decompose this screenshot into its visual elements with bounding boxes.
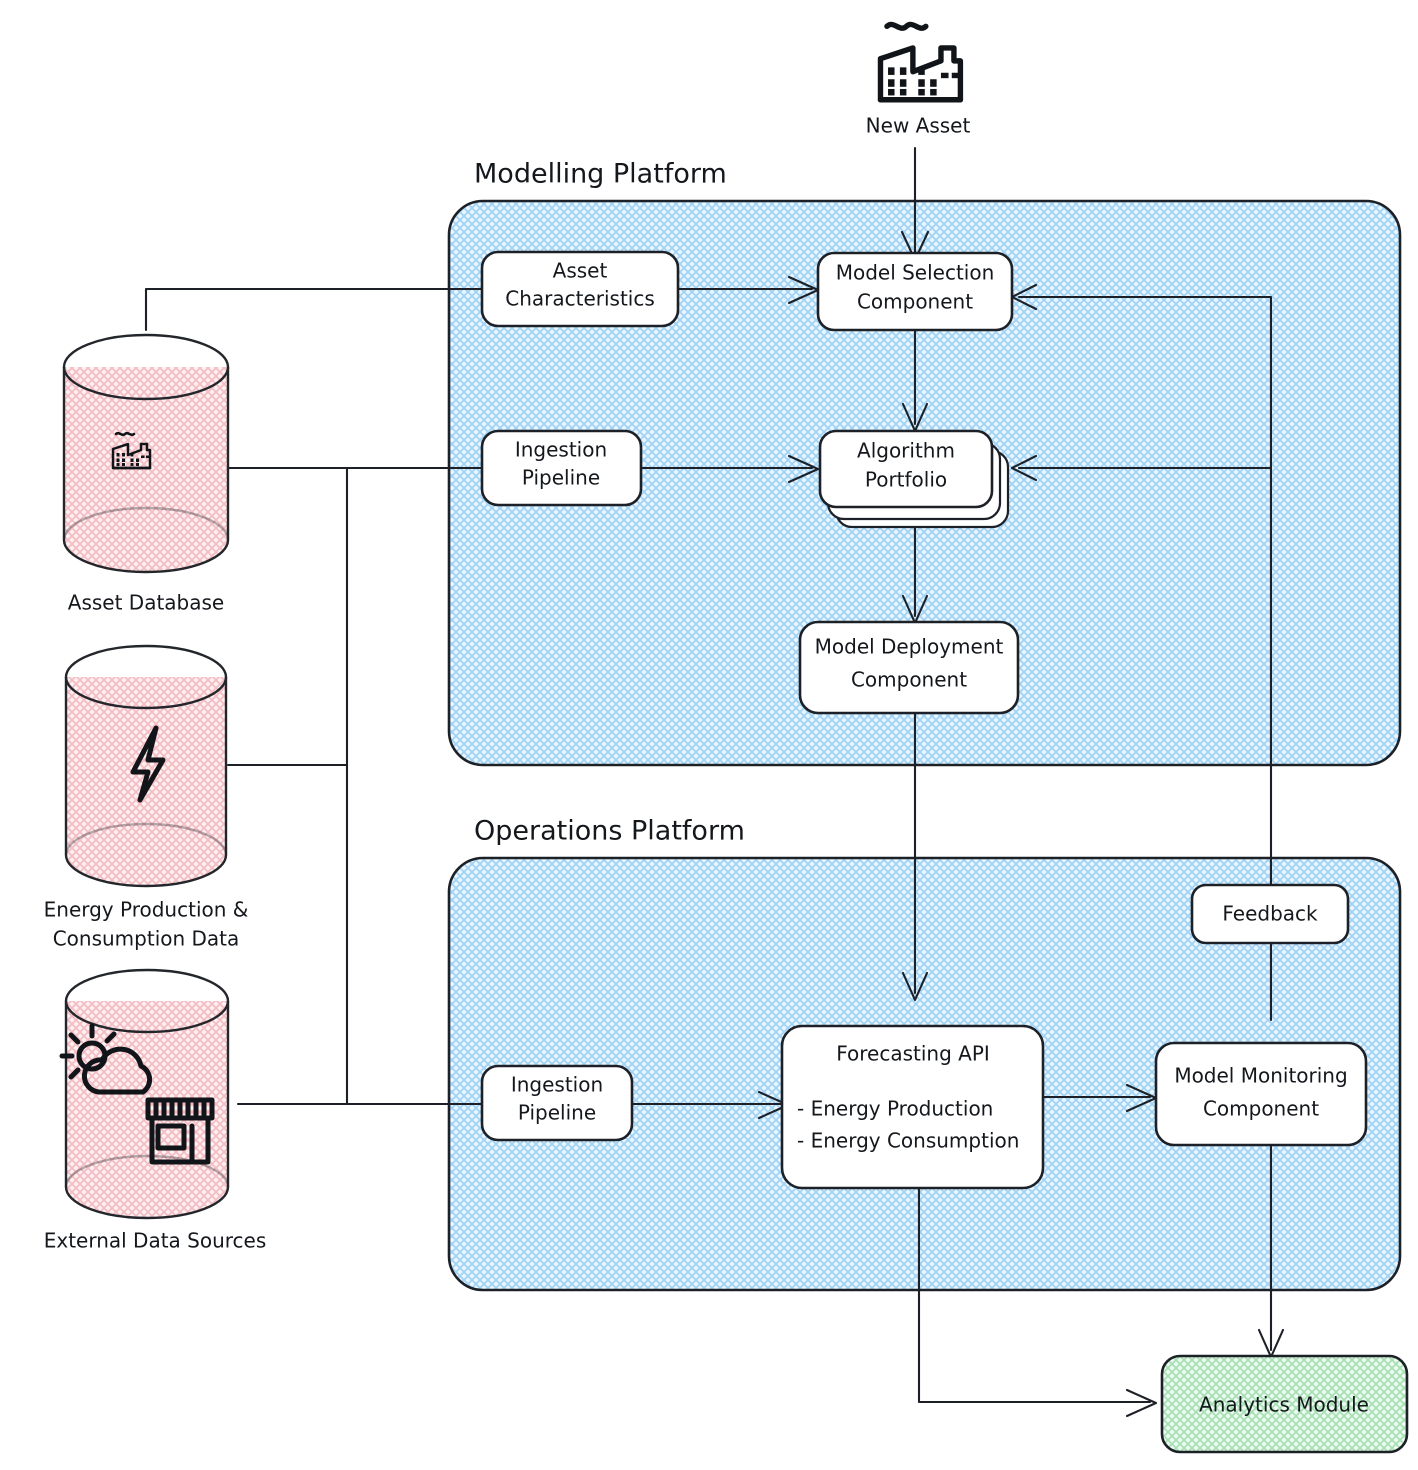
ingestion-pipeline-modelling-node[interactable]: Ingestion Pipeline <box>480 429 643 507</box>
forecasting-api-node[interactable]: Forecasting API - Energy Production - En… <box>780 1024 1045 1190</box>
asset-database[interactable]: Asset Database <box>62 333 230 615</box>
external-database-label: External Data Sources <box>44 1229 267 1253</box>
ingestion-pipeline-modelling-label-2: Pipeline <box>522 466 600 490</box>
algorithm-portfolio-node[interactable]: Algorithm Portfolio <box>818 429 1010 529</box>
analytics-module-node[interactable]: Analytics Module <box>1160 1354 1409 1454</box>
diagram-canvas: Modelling Platform Operations Platform N… <box>0 0 1418 1470</box>
external-database[interactable]: External Data Sources <box>44 968 267 1253</box>
new-asset-label: New Asset <box>866 114 971 138</box>
model-deployment-component-node[interactable]: Model Deployment Component <box>798 620 1020 715</box>
architecture-diagram: Modelling Platform Operations Platform N… <box>44 21 1409 1454</box>
ingestion-pipeline-operations-node[interactable]: Ingestion Pipeline <box>480 1064 634 1142</box>
algorithm-portfolio-label-2: Portfolio <box>865 468 947 492</box>
model-monitoring-component-node[interactable]: Model Monitoring Component <box>1154 1041 1368 1147</box>
energy-database-label-2: Consumption Data <box>53 927 240 951</box>
forecasting-api-bullet-2: - Energy Consumption <box>797 1129 1019 1153</box>
model-deployment-label-2: Component <box>851 668 967 692</box>
feedback-label: Feedback <box>1222 902 1318 926</box>
forecasting-api-title: Forecasting API <box>836 1042 990 1066</box>
edge-asset-db-to-asset-characteristics <box>144 287 484 332</box>
asset-characteristics-label-2: Characteristics <box>505 287 655 311</box>
energy-database[interactable]: Energy Production & Consumption Data <box>44 644 249 951</box>
factory-icon <box>877 21 964 103</box>
model-selection-label-2: Component <box>857 290 973 314</box>
ingestion-pipeline-operations-label-2: Pipeline <box>518 1101 596 1125</box>
asset-database-label: Asset Database <box>68 591 224 615</box>
asset-characteristics-node[interactable]: Asset Characteristics <box>480 250 680 328</box>
analytics-module-label: Analytics Module <box>1199 1393 1369 1417</box>
modelling-platform-title: Modelling Platform <box>474 159 727 190</box>
forecasting-api-bullet-1: - Energy Production <box>797 1097 993 1121</box>
asset-characteristics-label-1: Asset <box>553 259 608 283</box>
new-asset-group: New Asset <box>866 21 971 138</box>
model-monitoring-label-1: Model Monitoring <box>1174 1064 1347 1088</box>
ingestion-pipeline-modelling-label-1: Ingestion <box>515 438 607 462</box>
model-selection-component-node[interactable]: Model Selection Component <box>816 251 1014 332</box>
operations-platform-title: Operations Platform <box>474 816 745 847</box>
model-monitoring-label-2: Component <box>1203 1097 1319 1121</box>
model-selection-label-1: Model Selection <box>836 261 995 285</box>
ingestion-pipeline-operations-label-1: Ingestion <box>511 1073 603 1097</box>
model-deployment-label-1: Model Deployment <box>815 635 1004 659</box>
energy-database-label-1: Energy Production & <box>44 898 249 922</box>
algorithm-portfolio-label-1: Algorithm <box>857 439 955 463</box>
feedback-node[interactable]: Feedback <box>1190 883 1350 945</box>
